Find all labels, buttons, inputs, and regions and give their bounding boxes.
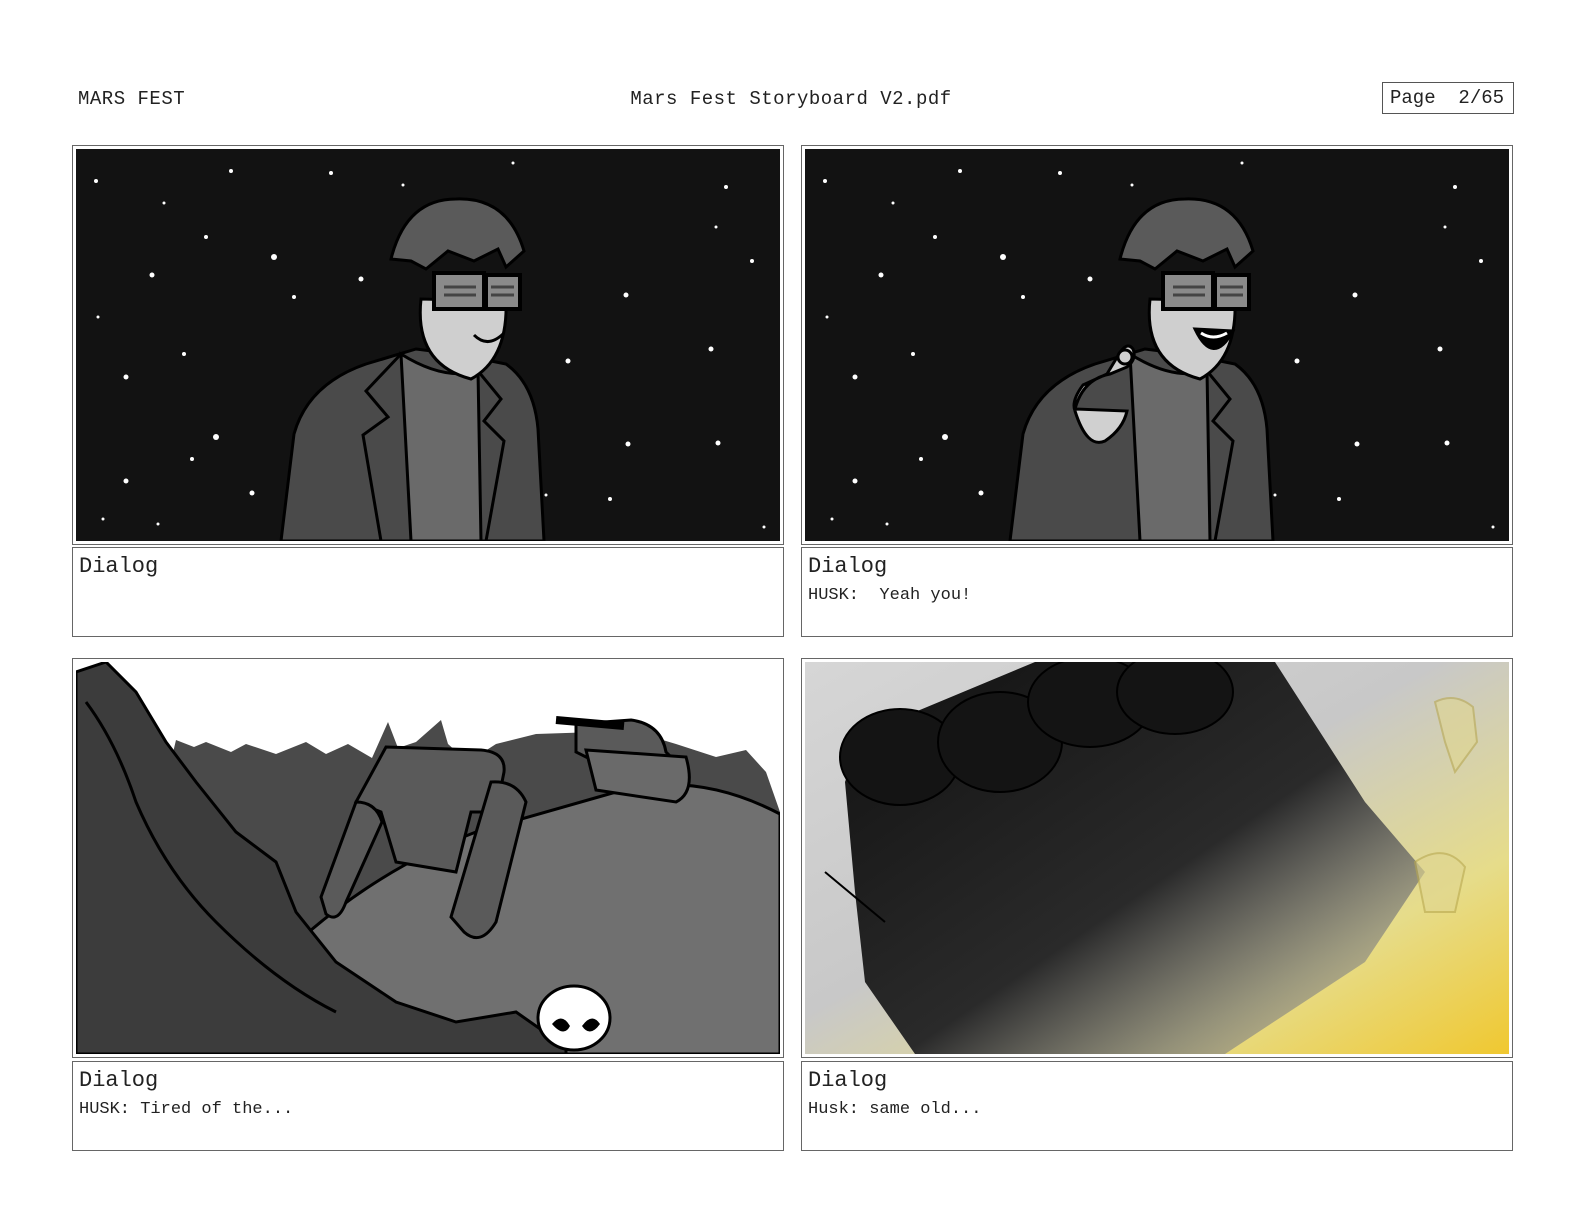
dialog-text: HUSK: Yeah you! [808,586,972,605]
dialog-heading: Dialog [808,1068,888,1093]
page-label: Page [1390,87,1436,109]
page-indicator: Page 2/65 [1382,82,1514,114]
storyboard-frame-4 [801,658,1513,1058]
storyboard-frame-2 [801,145,1513,545]
dialog-box-3: Dialog HUSK: Tired of the... [72,1061,784,1151]
frame-1-drawing [76,149,780,541]
storyboard-frame-1 [72,145,784,545]
frame-4-drawing [805,662,1509,1054]
storyboard-frame-3 [72,658,784,1058]
dialog-heading: Dialog [79,1068,159,1093]
dialog-box-1: Dialog [72,547,784,637]
dialog-text: HUSK: Tired of the... [79,1100,294,1119]
dialog-text: Husk: same old... [808,1100,982,1119]
dialog-heading: Dialog [808,554,888,579]
dialog-box-2: Dialog HUSK: Yeah you! [801,547,1513,637]
frame-3-drawing [76,662,780,1054]
dialog-heading: Dialog [79,554,159,579]
page-number: 2/65 [1458,87,1505,109]
frame-2-drawing [805,149,1509,541]
document-filename: Mars Fest Storyboard V2.pdf [630,88,952,110]
dialog-box-4: Dialog Husk: same old... [801,1061,1513,1151]
